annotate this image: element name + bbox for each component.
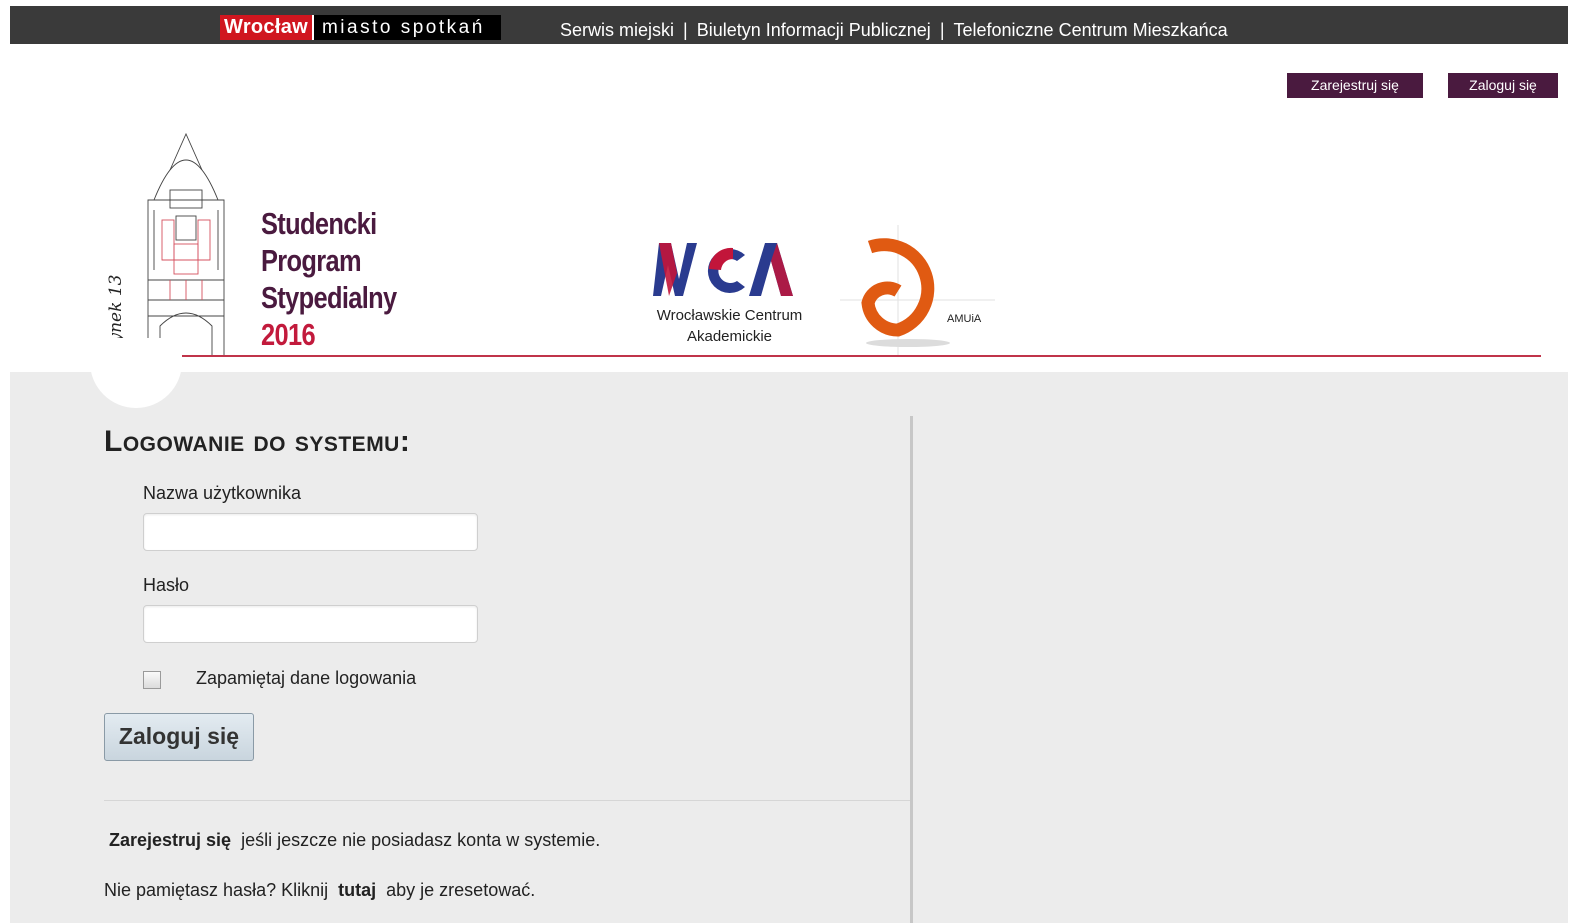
header-divider bbox=[141, 355, 1541, 357]
title-line: Studencki bbox=[261, 206, 377, 241]
title-line: Program bbox=[261, 243, 362, 278]
forgot-prefix: Nie pamiętasz hasła? Kliknij bbox=[104, 880, 329, 900]
register-link[interactable]: Zarejestruj się bbox=[109, 830, 231, 850]
wca-caption-line: Wrocławskie Centrum bbox=[656, 307, 803, 324]
program-title: Studencki Program Stypedialny 2016 bbox=[261, 205, 397, 353]
wroclaw-logo-slogan: miasto spotkań bbox=[311, 15, 501, 40]
remember-checkbox[interactable] bbox=[143, 671, 161, 689]
separator: | bbox=[939, 20, 945, 40]
password-label: Hasło bbox=[143, 575, 190, 595]
login-button[interactable]: Zaloguj się bbox=[1448, 73, 1558, 98]
forgot-password-info: Nie pamiętasz hasła? Kliknij tutaj aby j… bbox=[104, 880, 535, 901]
remember-label: Zapamiętaj dane logowania bbox=[196, 668, 417, 688]
login-submit-button[interactable]: Zaloguj się bbox=[104, 713, 254, 761]
vertical-divider bbox=[910, 416, 913, 923]
login-heading: Logowanie do systemu: bbox=[104, 425, 411, 458]
separator: | bbox=[683, 20, 688, 40]
top-links: Serwis miejski | Biuletyn Informacji Publi… bbox=[560, 20, 1228, 41]
amuia-label: AMUiA bbox=[947, 313, 982, 325]
link-centrum-mieszkanca[interactable]: Telefoniczne Centrum Mieszkańca bbox=[954, 20, 1228, 40]
wroclaw-logo-red: Wrocław bbox=[220, 15, 312, 40]
wca-caption-line: Akademickie bbox=[686, 328, 773, 345]
forgot-suffix: aby je zresetować. bbox=[386, 880, 536, 900]
username-input[interactable] bbox=[143, 513, 478, 551]
amuia-logo[interactable] bbox=[840, 225, 1000, 355]
register-info-text: jeśli jeszcze nie posiadasz konta w syst… bbox=[241, 830, 601, 850]
reset-password-link[interactable]: tutaj bbox=[338, 880, 376, 900]
link-serwis-miejski[interactable]: Serwis miejski bbox=[560, 20, 674, 40]
building-illustration bbox=[147, 132, 225, 356]
horizontal-divider bbox=[104, 800, 910, 801]
title-line: Stypedialny bbox=[261, 280, 397, 315]
wca-logo[interactable]: Wrocławskie Centrum Akademickie bbox=[637, 243, 822, 347]
title-year: 2016 bbox=[261, 317, 316, 352]
wca-caption: Wrocławskie Centrum Akademickie bbox=[637, 305, 822, 347]
password-input[interactable] bbox=[143, 605, 478, 643]
username-label: Nazwa użytkownika bbox=[143, 483, 302, 503]
register-button[interactable]: Zarejestruj się bbox=[1287, 73, 1423, 98]
wca-logo-mark bbox=[653, 243, 793, 296]
wroclaw-logo[interactable]: Wrocław miasto spotkań bbox=[220, 15, 501, 40]
top-bar: Wrocław miasto spotkań Serwis miejski | Bi… bbox=[10, 6, 1568, 44]
register-info: Zarejestruj się jeśli jeszcze nie posiad… bbox=[109, 830, 600, 851]
link-bip[interactable]: Biuletyn Informacji Publicznej bbox=[697, 20, 931, 40]
